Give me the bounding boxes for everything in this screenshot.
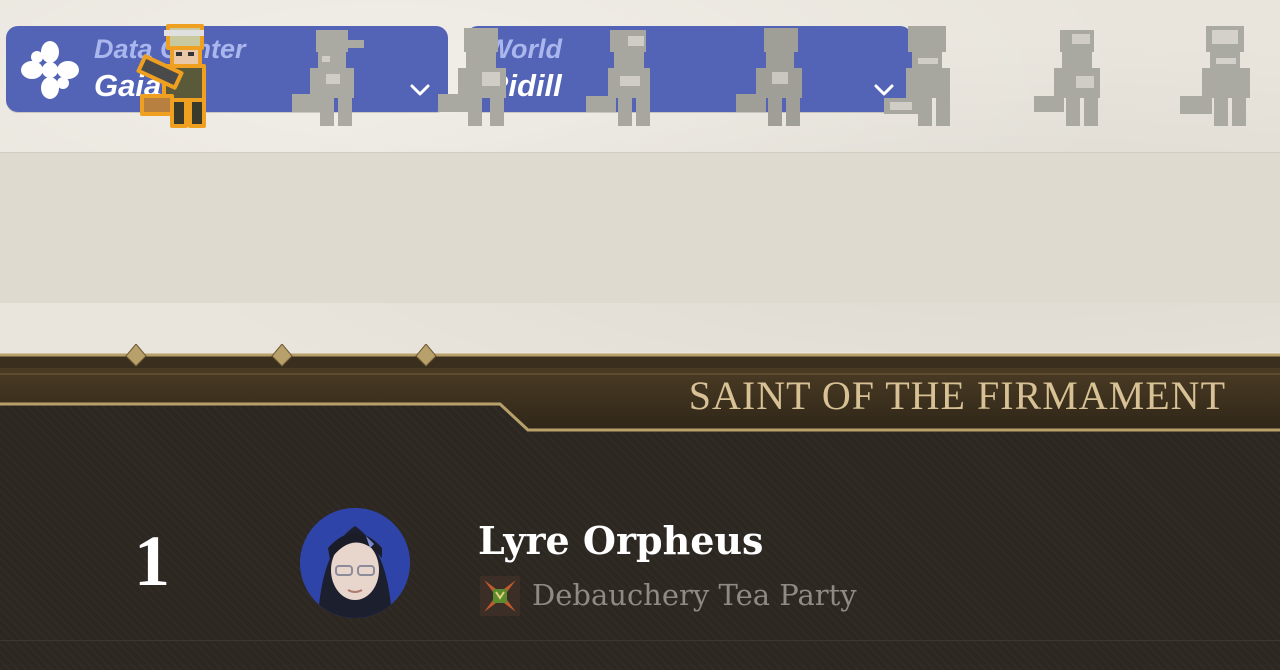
job-icon-7[interactable] — [1028, 20, 1124, 132]
free-company-crest-icon — [480, 576, 520, 616]
row-divider — [0, 640, 1280, 641]
job-icon-3[interactable] — [432, 20, 528, 132]
flower-icon — [21, 41, 79, 99]
leaderboard-title: SAINT OF THE FIRMAMENT — [688, 373, 1226, 418]
job-icon-8[interactable] — [1176, 20, 1272, 132]
job-icon-4[interactable] — [580, 20, 676, 132]
job-icon-6[interactable] — [878, 20, 974, 132]
player-name[interactable]: Lyre Orpheus — [478, 518, 763, 563]
rank-number: 1 — [134, 521, 170, 601]
world-selector[interactable]: World Ridill — [466, 26, 912, 112]
free-company-name: Debauchery Tea Party — [532, 578, 857, 612]
job-icon-machinist[interactable] — [134, 20, 230, 132]
job-icon-2[interactable] — [282, 20, 378, 132]
job-selector-strip — [0, 152, 1280, 303]
player-avatar[interactable] — [300, 508, 410, 618]
job-icon-5[interactable] — [730, 20, 826, 132]
chevron-down-icon — [410, 84, 430, 96]
